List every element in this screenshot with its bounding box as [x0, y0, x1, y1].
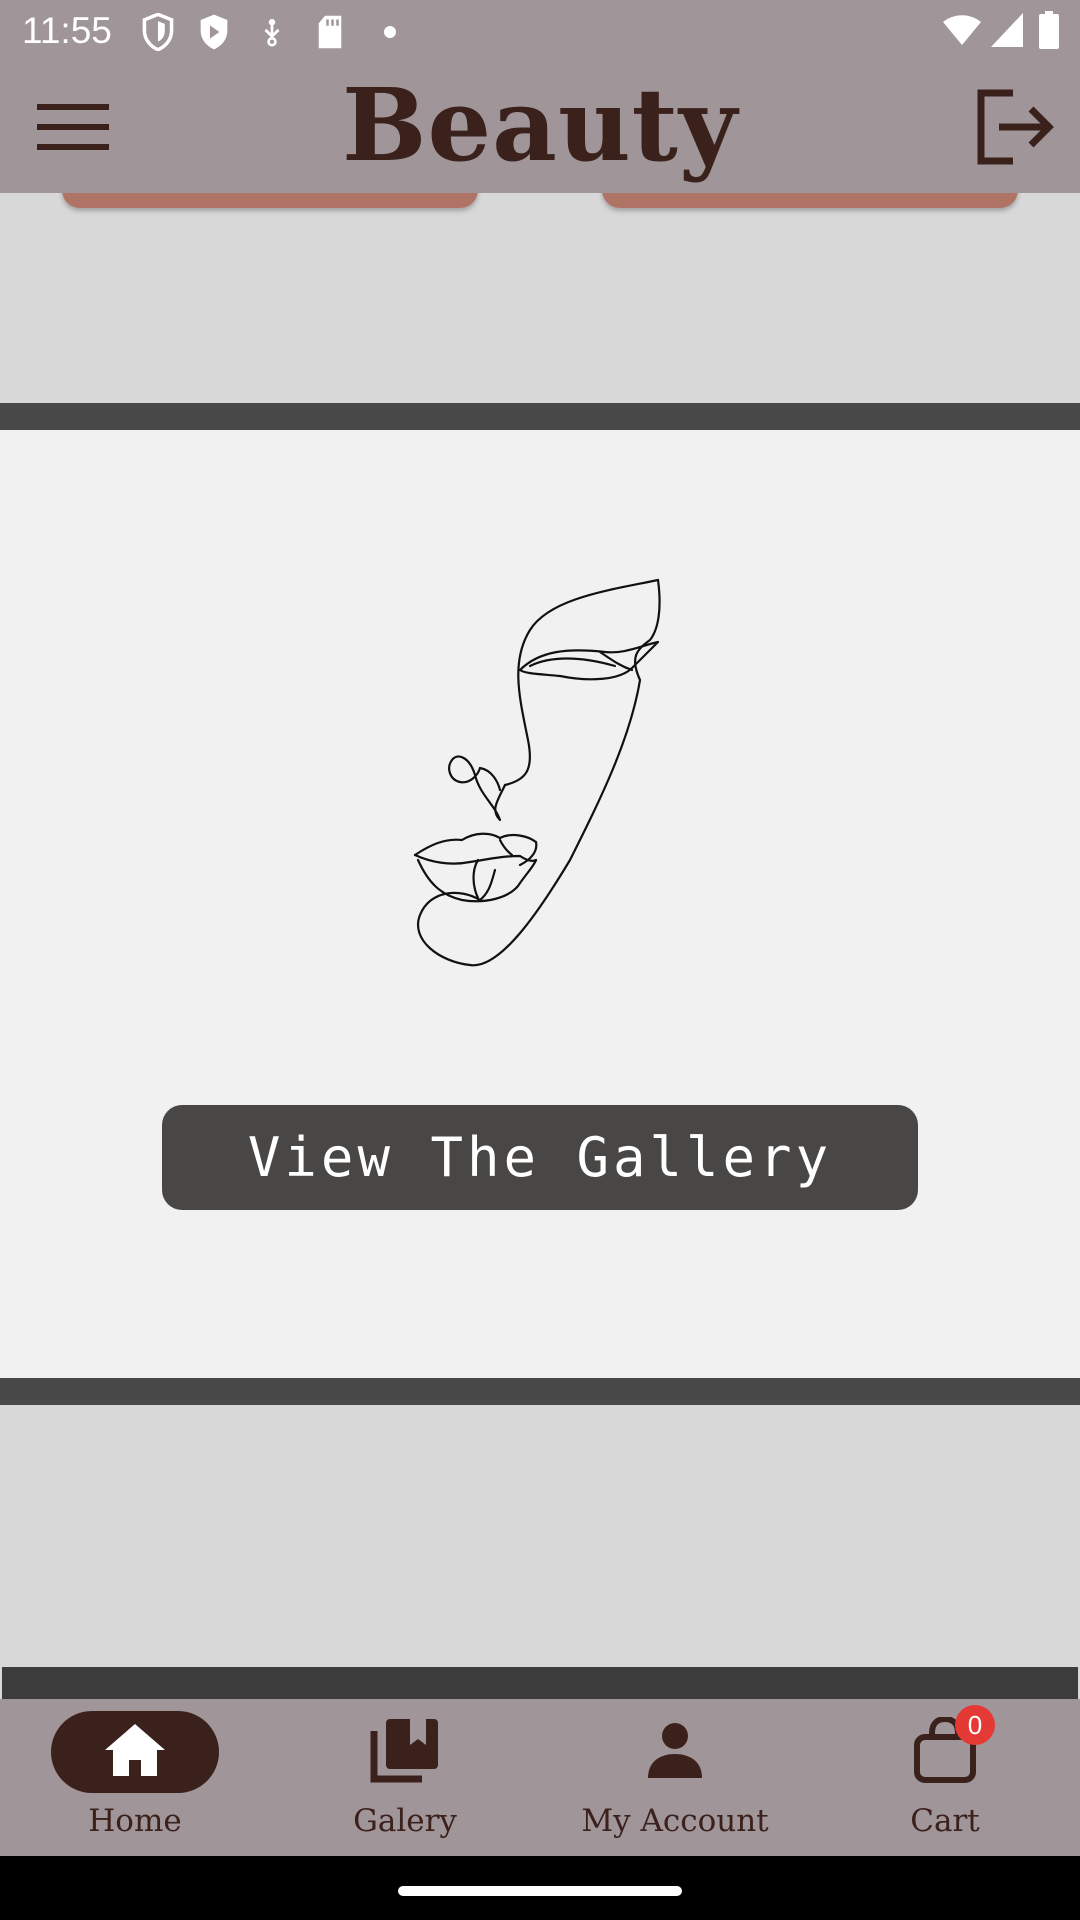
- section-divider: [0, 403, 1080, 430]
- nav-item-galery[interactable]: Galery: [270, 1699, 540, 1856]
- app-header: Beauty: [0, 64, 1080, 193]
- home-icon: [103, 1722, 167, 1782]
- wifi-icon: [942, 13, 982, 51]
- status-time: 11:55: [22, 10, 112, 51]
- signal-icon: [990, 12, 1024, 52]
- nav-label-galery: Galery: [353, 1803, 457, 1839]
- person-icon: [646, 1722, 704, 1782]
- play-shield-icon: [194, 12, 234, 52]
- nav-label-my-account: My Account: [581, 1803, 769, 1839]
- nav-account-pill: [591, 1711, 759, 1793]
- shield-outline-icon: [138, 12, 178, 52]
- sd-card-icon: [310, 12, 350, 52]
- battery-icon: [1038, 11, 1060, 53]
- nav-item-cart[interactable]: Cart: [810, 1699, 1080, 1856]
- nav-home-pill: [51, 1711, 219, 1793]
- logout-button[interactable]: [970, 86, 1060, 172]
- bottom-navigation: Home Galery My Account Cart: [0, 1699, 1080, 1856]
- top-app-bar: 11:55 Beauty: [0, 0, 1080, 193]
- nav-label-cart: Cart: [910, 1803, 980, 1839]
- nav-label-home: Home: [88, 1803, 182, 1839]
- nav-cart-pill: [861, 1711, 1029, 1793]
- system-gesture-bar: [0, 1856, 1080, 1920]
- status-bar: 11:55: [0, 0, 1080, 64]
- cart-count-badge: 0: [955, 1705, 995, 1745]
- usb-icon: [252, 12, 292, 52]
- nav-galery-pill: [321, 1711, 489, 1793]
- line-art-face-image: [413, 578, 661, 967]
- app-title: Beauty: [342, 66, 738, 184]
- previous-section: [0, 193, 1080, 403]
- photo-library-icon: [370, 1717, 440, 1787]
- section-divider-2: [0, 1378, 1080, 1405]
- status-right-icons: [942, 11, 1060, 53]
- logout-icon: [975, 89, 1055, 169]
- nav-item-my-account[interactable]: My Account: [540, 1699, 810, 1856]
- dot-icon: [370, 12, 410, 52]
- next-section: [0, 1405, 1080, 1667]
- nav-item-home[interactable]: Home: [0, 1699, 270, 1856]
- section-divider-3: [2, 1667, 1078, 1699]
- view-gallery-button[interactable]: View The Gallery: [162, 1105, 918, 1210]
- home-gesture-handle[interactable]: [398, 1886, 682, 1896]
- app-screen: 11:55 Beauty View The Gallery Home Galer…: [0, 0, 1080, 1920]
